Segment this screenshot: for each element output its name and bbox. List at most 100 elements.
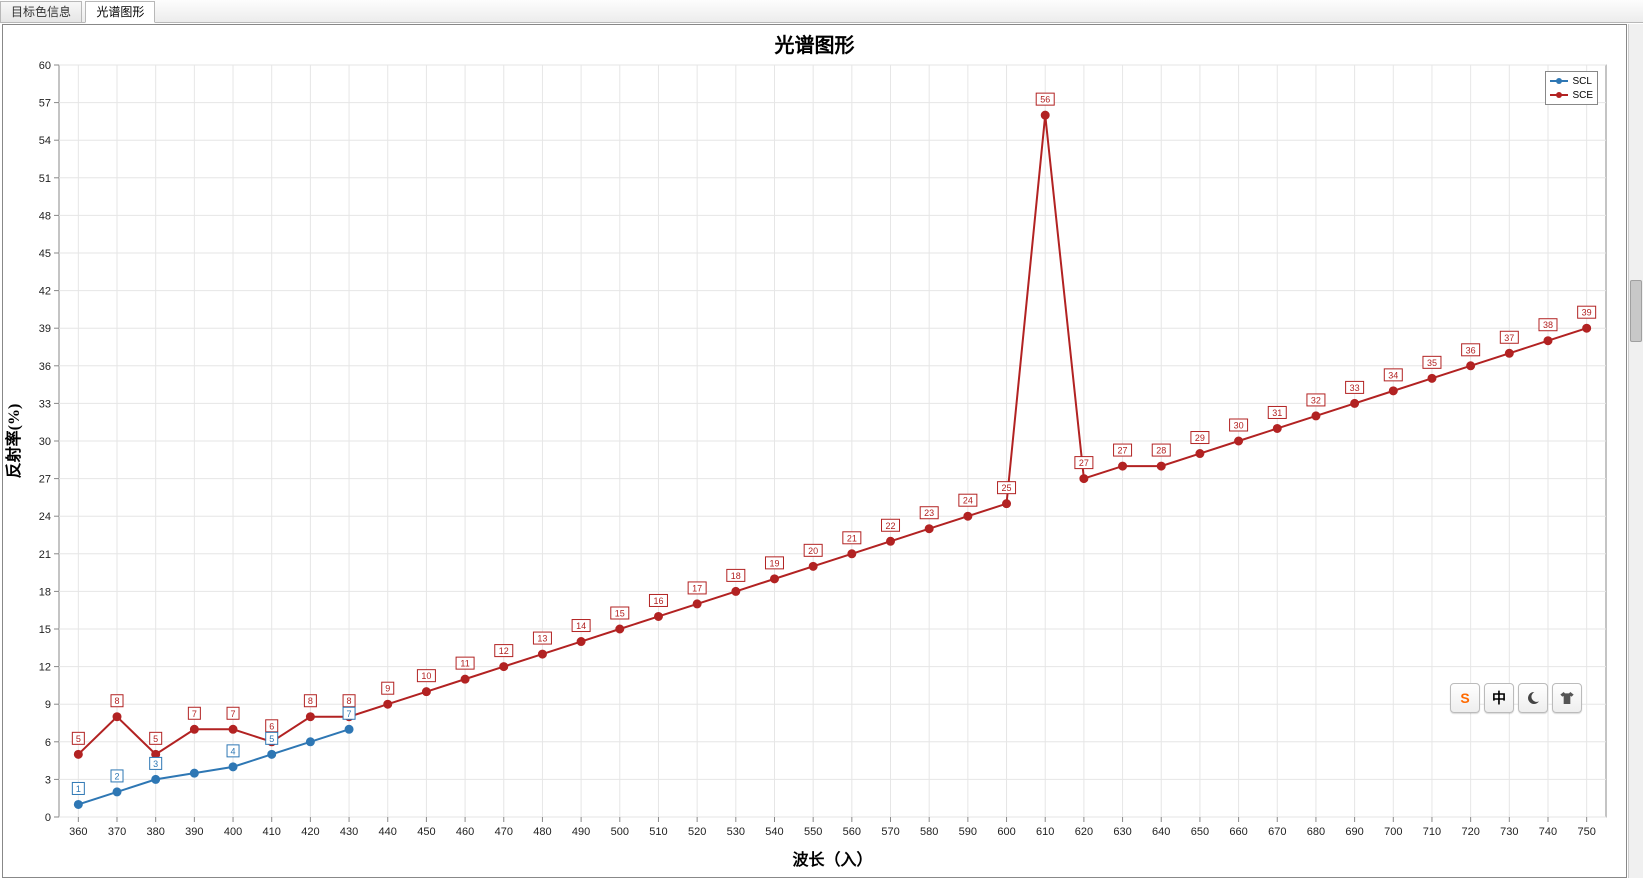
- svg-text:7: 7: [347, 709, 352, 719]
- svg-text:39: 39: [39, 323, 51, 335]
- svg-text:470: 470: [495, 826, 513, 838]
- svg-text:480: 480: [533, 826, 551, 838]
- svg-text:27: 27: [1079, 458, 1089, 468]
- ime-zhong-button[interactable]: 中: [1484, 683, 1514, 713]
- svg-text:520: 520: [688, 826, 706, 838]
- svg-text:28: 28: [1156, 446, 1166, 456]
- floating-toolbar: S 中: [1450, 683, 1582, 713]
- svg-text:400: 400: [224, 826, 242, 838]
- svg-text:610: 610: [1036, 826, 1054, 838]
- legend: SCL SCE: [1545, 71, 1598, 105]
- svg-text:590: 590: [959, 826, 977, 838]
- night-mode-button[interactable]: [1518, 683, 1548, 713]
- svg-text:3: 3: [45, 774, 51, 786]
- svg-text:3: 3: [153, 759, 158, 769]
- svg-text:21: 21: [39, 549, 51, 561]
- svg-text:730: 730: [1500, 826, 1518, 838]
- svg-text:700: 700: [1384, 826, 1402, 838]
- svg-text:370: 370: [108, 826, 126, 838]
- svg-text:反射率(%): 反射率(%): [4, 404, 23, 479]
- legend-label: SCL: [1572, 76, 1591, 87]
- svg-text:60: 60: [39, 60, 51, 72]
- moon-icon: [1525, 690, 1541, 706]
- svg-text:5: 5: [269, 734, 274, 744]
- skin-button[interactable]: [1552, 683, 1582, 713]
- svg-text:460: 460: [456, 826, 474, 838]
- ime-s-button[interactable]: S: [1450, 683, 1480, 713]
- svg-text:390: 390: [185, 826, 203, 838]
- svg-text:5: 5: [76, 734, 81, 744]
- svg-text:380: 380: [147, 826, 165, 838]
- svg-text:24: 24: [39, 511, 51, 523]
- tab-spectrum[interactable]: 光谱图形: [85, 1, 155, 23]
- svg-text:16: 16: [653, 596, 663, 606]
- svg-text:9: 9: [385, 684, 390, 694]
- svg-text:39: 39: [1582, 308, 1592, 318]
- svg-text:15: 15: [615, 609, 625, 619]
- vertical-scrollbar[interactable]: [1628, 24, 1643, 878]
- svg-text:25: 25: [1002, 483, 1012, 493]
- svg-text:650: 650: [1191, 826, 1209, 838]
- svg-text:710: 710: [1423, 826, 1441, 838]
- svg-text:20: 20: [808, 546, 818, 556]
- svg-text:38: 38: [1543, 320, 1553, 330]
- svg-text:10: 10: [421, 671, 431, 681]
- svg-text:18: 18: [39, 586, 51, 598]
- svg-text:1: 1: [76, 784, 81, 794]
- svg-text:7: 7: [192, 709, 197, 719]
- svg-text:560: 560: [843, 826, 861, 838]
- svg-text:9: 9: [45, 699, 51, 711]
- svg-text:4: 4: [231, 746, 236, 756]
- svg-text:8: 8: [308, 696, 313, 706]
- svg-text:54: 54: [39, 135, 51, 147]
- svg-text:580: 580: [920, 826, 938, 838]
- svg-text:27: 27: [1118, 446, 1128, 456]
- svg-text:36: 36: [39, 361, 51, 373]
- svg-text:56: 56: [1040, 95, 1050, 105]
- svg-text:23: 23: [924, 508, 934, 518]
- svg-text:440: 440: [379, 826, 397, 838]
- svg-text:620: 620: [1075, 826, 1093, 838]
- svg-text:19: 19: [769, 558, 779, 568]
- svg-text:720: 720: [1461, 826, 1479, 838]
- svg-text:540: 540: [765, 826, 783, 838]
- svg-text:550: 550: [804, 826, 822, 838]
- svg-text:30: 30: [39, 436, 51, 448]
- svg-text:660: 660: [1229, 826, 1247, 838]
- tab-target-color-info[interactable]: 目标色信息: [0, 1, 82, 22]
- svg-text:570: 570: [881, 826, 899, 838]
- chart-frame: 光谱图形 03691215182124273033363942454851545…: [2, 24, 1627, 878]
- svg-text:14: 14: [576, 621, 586, 631]
- svg-text:490: 490: [572, 826, 590, 838]
- svg-text:8: 8: [115, 696, 120, 706]
- svg-text:5: 5: [153, 734, 158, 744]
- svg-text:17: 17: [692, 583, 702, 593]
- svg-text:12: 12: [499, 646, 509, 656]
- svg-text:6: 6: [45, 737, 51, 749]
- legend-label: SCE: [1572, 90, 1593, 101]
- svg-text:35: 35: [1427, 358, 1437, 368]
- svg-text:31: 31: [1272, 408, 1282, 418]
- legend-item-scl[interactable]: SCL: [1550, 74, 1593, 88]
- svg-text:510: 510: [649, 826, 667, 838]
- svg-text:21: 21: [847, 533, 857, 543]
- svg-text:48: 48: [39, 210, 51, 222]
- svg-text:11: 11: [460, 659, 469, 669]
- svg-text:690: 690: [1345, 826, 1363, 838]
- svg-text:57: 57: [39, 98, 51, 110]
- svg-text:13: 13: [537, 634, 547, 644]
- svg-text:630: 630: [1113, 826, 1131, 838]
- svg-text:波长（入）: 波长（入）: [792, 850, 872, 869]
- scrollbar-thumb[interactable]: [1630, 280, 1642, 342]
- tab-bar: 目标色信息 光谱图形: [0, 0, 1643, 23]
- legend-item-sce[interactable]: SCE: [1550, 88, 1593, 102]
- svg-text:680: 680: [1307, 826, 1325, 838]
- svg-text:6: 6: [269, 721, 274, 731]
- svg-text:12: 12: [39, 662, 51, 674]
- svg-text:15: 15: [39, 624, 51, 636]
- svg-text:45: 45: [39, 248, 51, 260]
- svg-text:450: 450: [417, 826, 435, 838]
- svg-text:420: 420: [301, 826, 319, 838]
- svg-text:34: 34: [1388, 370, 1398, 380]
- svg-text:0: 0: [45, 812, 51, 824]
